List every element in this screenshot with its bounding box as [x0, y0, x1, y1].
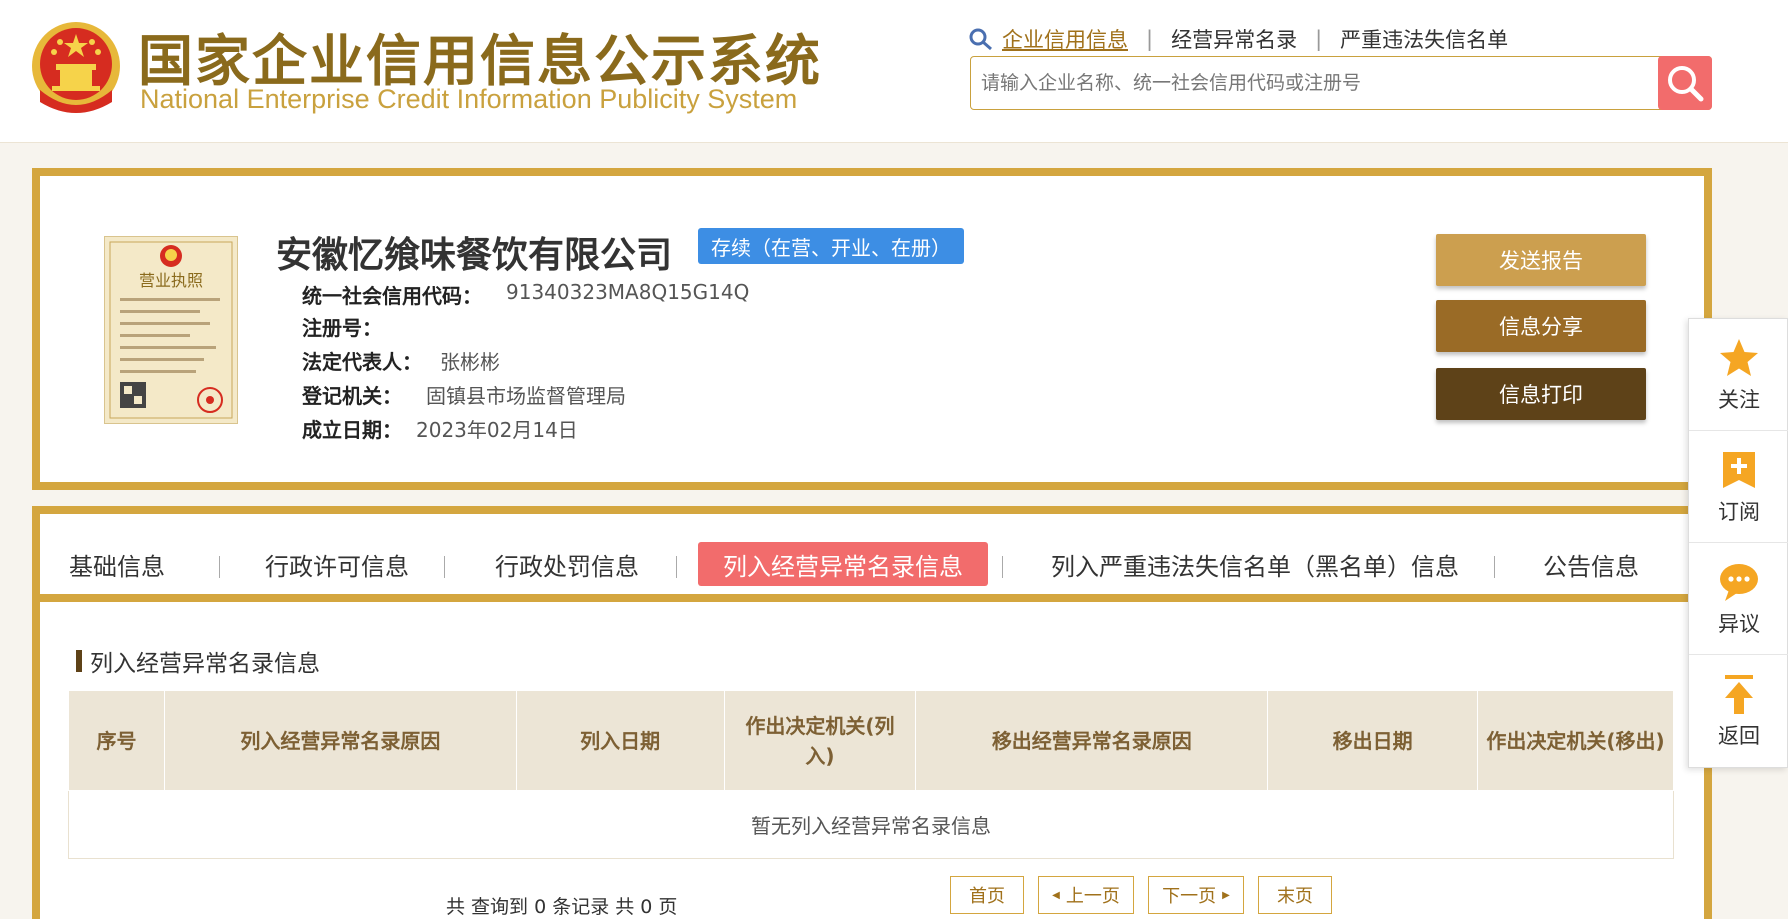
back-to-top-icon: [1725, 675, 1753, 714]
legal-representative-row: 法定代表人： 张彬彬: [302, 346, 500, 375]
chevron-right-icon: ▶: [1222, 889, 1230, 901]
registration-authority-row: 登记机关： 固镇县市场监督管理局: [302, 380, 626, 409]
tab-separator: [1494, 556, 1495, 578]
nav-abnormal-list[interactable]: 经营异常名录: [1171, 24, 1297, 54]
establish-date-value: 2023年02月14日: [416, 418, 578, 442]
abnormal-records-table: 序号 列入经营异常名录原因 列入日期 作出决定机关(列入) 移出经营异常名录原因…: [68, 690, 1674, 859]
send-report-button[interactable]: 发送报告: [1436, 234, 1646, 286]
prev-page-label: 上一页: [1065, 886, 1120, 907]
chevron-left-icon: ◀: [1052, 889, 1060, 901]
subscribe-plus-icon: [1723, 451, 1755, 488]
business-license-image[interactable]: 营业执照: [104, 236, 238, 424]
tab-abnormal-list[interactable]: 列入经营异常名录信息: [698, 542, 988, 586]
next-page-label: 下一页: [1162, 886, 1217, 907]
tab-admin-license[interactable]: 行政许可信息: [264, 542, 410, 586]
objection-label: 异议: [1718, 611, 1760, 636]
tab-announcements[interactable]: 公告信息: [1542, 542, 1640, 586]
subscribe-label: 订阅: [1718, 499, 1760, 524]
registration-number-row: 注册号：: [302, 312, 382, 341]
tab-blacklist[interactable]: 列入严重违法失信名单（黑名单）信息: [1050, 542, 1460, 586]
credit-code-value: 91340323MA8Q15G14Q: [506, 280, 750, 304]
section-title-text: 列入经营异常名录信息: [90, 651, 320, 677]
tab-separator: [444, 556, 445, 578]
col-list-date: 列入日期: [515, 690, 725, 791]
pager-summary: 共 查询到 0 条记录 共 0 页: [446, 896, 678, 918]
site-subtitle: National Enterprise Credit Information P…: [140, 84, 798, 114]
registration-number-label: 注册号：: [302, 316, 382, 340]
tab-separator: [676, 556, 677, 578]
table-row: 暂无列入经营异常名录信息: [68, 790, 1674, 859]
next-page-button[interactable]: 下一页 ▶: [1148, 876, 1244, 914]
national-emblem-logo: [32, 22, 120, 113]
nav-blacklist[interactable]: 严重违法失信名单: [1340, 24, 1508, 54]
tab-basic-info[interactable]: 基础信息: [69, 542, 165, 586]
follow-label: 关注: [1718, 387, 1760, 412]
chat-bubble-icon: [1720, 563, 1758, 601]
nav-enterprise-credit[interactable]: 企业信用信息: [1002, 24, 1128, 54]
establish-date-label: 成立日期：: [302, 418, 402, 442]
col-remove-date: 移出日期: [1267, 690, 1479, 791]
section-title-bar: [76, 650, 82, 672]
registration-authority-value: 固镇县市场监督管理局: [426, 384, 626, 408]
tabs-panel: 基础信息 行政许可信息 行政处罚信息 列入经营异常名录信息 列入严重违法失信名单…: [32, 506, 1712, 919]
empty-message: 暂无列入经营异常名录信息: [68, 790, 1674, 859]
back-to-top-label: 返回: [1718, 724, 1760, 748]
establish-date-row: 成立日期： 2023年02月14日: [302, 414, 578, 443]
registration-authority-label: 登记机关：: [302, 384, 402, 408]
table-header-row: 序号 列入经营异常名录原因 列入日期 作出决定机关(列入) 移出经营异常名录原因…: [68, 690, 1674, 791]
top-nav: 企业信用信息 | 经营异常名录 | 严重违法失信名单: [968, 24, 1508, 54]
tab-separator: [219, 556, 220, 578]
side-toolbar: 关注 订阅 异议 返回: [1688, 318, 1788, 768]
legal-representative-value: 张彬彬: [440, 350, 500, 374]
license-title: 营业执照: [139, 271, 203, 290]
status-badge: 存续（在营、开业、在册）: [698, 228, 964, 264]
star-icon: [1720, 338, 1758, 376]
search-input[interactable]: [981, 57, 1621, 109]
search-icon: [969, 28, 992, 51]
tab-admin-penalty[interactable]: 行政处罚信息: [494, 542, 640, 586]
prev-page-button[interactable]: ◀ 上一页: [1038, 876, 1134, 914]
back-to-top-button[interactable]: 返回: [1689, 655, 1788, 767]
search-icon: [1668, 66, 1704, 102]
first-page-button[interactable]: 首页: [950, 876, 1024, 914]
share-info-button[interactable]: 信息分享: [1436, 300, 1646, 352]
company-card: 营业执照 安徽忆飨味餐饮有限公司 存续（在营、开业、在册） 统一社会信用代码： …: [32, 168, 1712, 490]
section-title: 列入经营异常名录信息: [76, 644, 320, 678]
credit-code-label: 统一社会信用代码：: [302, 284, 482, 308]
subscribe-button[interactable]: 订阅: [1689, 431, 1788, 543]
print-info-button[interactable]: 信息打印: [1436, 368, 1646, 420]
col-index: 序号: [68, 690, 165, 791]
tabs-bar: 基础信息 行政许可信息 行政处罚信息 列入经营异常名录信息 列入严重违法失信名单…: [40, 514, 1704, 602]
follow-button[interactable]: 关注: [1689, 319, 1788, 431]
search-button[interactable]: [1658, 56, 1712, 110]
col-remove-reason: 移出经营异常名录原因: [915, 690, 1269, 791]
credit-code-row: 统一社会信用代码： 91340323MA8Q15G14Q: [302, 280, 749, 309]
legal-representative-label: 法定代表人：: [302, 350, 422, 374]
objection-button[interactable]: 异议: [1689, 543, 1788, 655]
company-name: 安徽忆飨味餐饮有限公司: [276, 235, 673, 276]
site-header: 国家企业信用信息公示系统 National Enterprise Credit …: [0, 0, 1788, 143]
col-list-reason: 列入经营异常名录原因: [163, 690, 517, 791]
search-box: [970, 56, 1712, 110]
nav-separator: |: [1315, 27, 1323, 51]
nav-separator: |: [1146, 27, 1154, 51]
col-remove-authority: 作出决定机关(移出): [1477, 690, 1674, 791]
last-page-button[interactable]: 末页: [1258, 876, 1332, 914]
col-list-authority: 作出决定机关(列入): [723, 690, 917, 791]
tab-separator: [1002, 556, 1003, 578]
